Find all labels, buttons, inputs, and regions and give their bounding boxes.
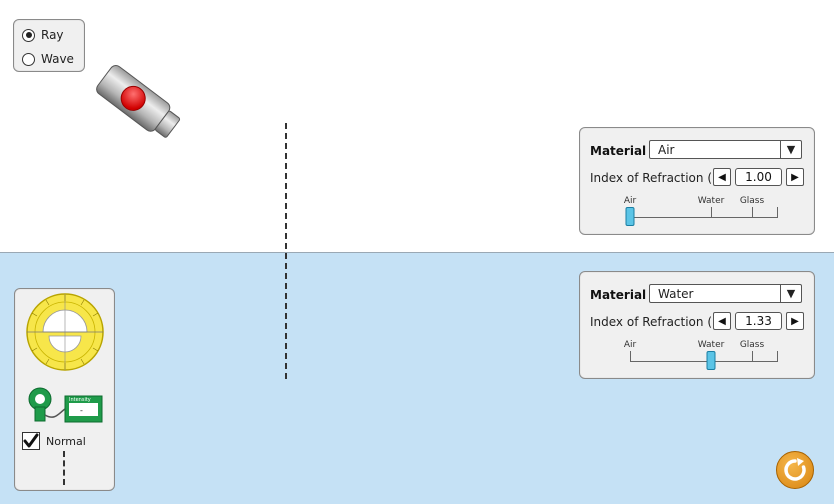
checkmark-icon (23, 433, 39, 448)
ior-slider[interactable]: Air Water Glass (624, 196, 778, 226)
slider-tick (752, 207, 753, 218)
tools-svg (26, 293, 104, 423)
chevron-down-icon[interactable]: ▼ (780, 285, 801, 302)
radio-ray-label: Ray (41, 28, 64, 42)
arrow-right-icon: ▶ (791, 315, 799, 327)
ior-value: 1.00 (735, 168, 782, 186)
slider-track (630, 217, 778, 218)
reset-button[interactable] (776, 451, 814, 489)
chevron-down-icon[interactable]: ▼ (780, 141, 801, 158)
slider-tick-label: Water (697, 196, 725, 206)
slider-tick-label: Air (623, 340, 637, 350)
ior-decrease-button[interactable]: ◀ (713, 312, 731, 330)
arrow-left-icon: ◀ (718, 315, 726, 327)
slider-tick (777, 207, 778, 218)
mode-panel: Ray Wave (13, 19, 85, 72)
slider-tick (711, 207, 712, 218)
material-label: Material (590, 144, 647, 158)
slider-track (630, 361, 778, 362)
radio-wave-label: Wave (41, 52, 74, 66)
slider-tick-label: Air (623, 196, 637, 206)
top-material-select[interactable]: Air ▼ (649, 140, 802, 159)
normal-toggle[interactable]: Normal (22, 432, 86, 450)
radio-ray[interactable]: Ray (22, 28, 64, 42)
normal-line-icon[interactable] (63, 451, 65, 485)
ior-decrease-button[interactable]: ◀ (713, 168, 731, 186)
radio-wave[interactable]: Wave (22, 52, 74, 66)
slider-tick-label: Glass (739, 196, 765, 206)
slider-thumb[interactable] (625, 207, 635, 226)
ior-increase-button[interactable]: ▶ (786, 168, 804, 186)
tools-panel: Intensity - Normal (14, 288, 115, 491)
slider-tick (630, 351, 631, 362)
ior-value: 1.33 (735, 312, 782, 330)
ior-increase-button[interactable]: ▶ (786, 312, 804, 330)
top-material-value: Air (658, 143, 675, 157)
arrow-left-icon: ◀ (718, 171, 726, 183)
top-material-panel: Material Air ▼ Index of Refraction (n) ◀… (579, 127, 815, 235)
slider-thumb[interactable] (706, 351, 716, 370)
radio-wave-indicator[interactable] (22, 52, 35, 66)
slider-tick (777, 351, 778, 362)
normal-checkbox[interactable] (22, 432, 40, 450)
arrow-right-icon: ▶ (791, 171, 799, 183)
ior-label: Index of Refraction (n) (590, 171, 725, 185)
intensity-meter-label: Intensity (69, 397, 91, 403)
slider-tick-label: Water (697, 340, 725, 350)
normal-label: Normal (46, 434, 86, 448)
slider-tick-label: Glass (739, 340, 765, 350)
ior-slider[interactable]: Air Water Glass (624, 340, 778, 370)
bottom-material-value: Water (658, 287, 694, 301)
protractor-icon[interactable] (26, 293, 104, 371)
intensity-meter-icon[interactable] (28, 387, 103, 423)
material-label: Material (590, 288, 647, 302)
intensity-meter-value: - (80, 406, 83, 415)
bottom-material-panel: Material Water ▼ Index of Refraction (n)… (579, 271, 815, 379)
ior-label: Index of Refraction (n) (590, 315, 725, 329)
normal-line (285, 123, 287, 379)
slider-tick (752, 351, 753, 362)
bottom-material-select[interactable]: Water ▼ (649, 284, 802, 303)
radio-ray-indicator[interactable] (22, 28, 35, 42)
reset-icon (784, 458, 806, 481)
